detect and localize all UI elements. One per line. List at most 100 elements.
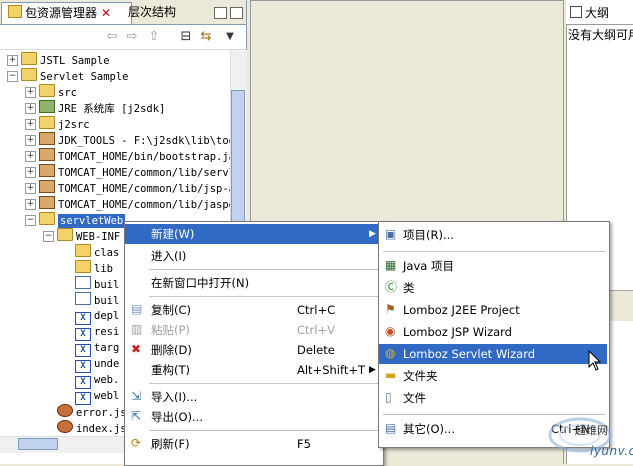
- tree-toggle-icon[interactable]: +: [25, 135, 36, 146]
- tab-hierarchy-label: 层次结构: [128, 5, 177, 19]
- tree-toggle-icon[interactable]: +: [25, 199, 36, 210]
- tree-toggle-icon[interactable]: −: [7, 71, 18, 82]
- tree-item[interactable]: Xtarg: [75, 340, 120, 357]
- outline-icon: [570, 6, 582, 18]
- tree-item[interactable]: Xresi: [75, 324, 119, 341]
- tree-item[interactable]: buil: [75, 292, 119, 308]
- tree-item-label: WEB-INF: [76, 231, 121, 243]
- tree-toggle-icon[interactable]: +: [7, 55, 18, 66]
- tree-toggle-icon[interactable]: +: [25, 119, 36, 130]
- tree-item[interactable]: buil: [75, 276, 119, 292]
- folder-icon: [75, 244, 91, 257]
- submenu-item[interactable]: ▬ 文件夹: [379, 366, 607, 386]
- tree-item[interactable]: error.js: [57, 404, 127, 420]
- submenu-item[interactable]: ◍ Lomboz Servlet Wizard: [379, 344, 607, 364]
- context-menu-item[interactable]: ▥ 粘贴(P) Ctrl+V: [125, 320, 381, 340]
- submenu-item-label: 类: [403, 281, 415, 295]
- tree-item-label: TOMCAT_HOME/bin/bootstrap.ja: [58, 151, 230, 163]
- submenu-item-label: 文件: [403, 391, 426, 405]
- menu-separator: [149, 383, 379, 384]
- submenu-arrow-icon: ▶: [369, 229, 376, 239]
- collapse-all-icon[interactable]: ⊟: [178, 29, 194, 45]
- submenu-item[interactable]: ▣ 项目(R)...: [379, 225, 607, 245]
- tree-item[interactable]: TOMCAT_HOME/common/lib/servl: [39, 164, 230, 180]
- forward-arrow-icon[interactable]: ⇨: [124, 29, 140, 45]
- view-menu-icon[interactable]: ▼: [222, 29, 238, 45]
- context-menu-item[interactable]: ✖ 删除(D) Delete: [125, 340, 381, 360]
- submenu-item[interactable]: ⚑ Lomboz J2EE Project: [379, 300, 607, 320]
- folder-icon: [57, 228, 73, 241]
- maximize-icon[interactable]: [230, 7, 243, 19]
- tree-item[interactable]: JDK_TOOLS - F:\j2sdk\lib\too: [39, 132, 230, 148]
- tab-package-explorer-label: 包资源管理器: [25, 6, 98, 20]
- tree-item[interactable]: JSTL Sample: [21, 52, 110, 68]
- tree-item[interactable]: src: [39, 84, 77, 100]
- menu-separator: [383, 251, 605, 252]
- tree-toggle-icon[interactable]: +: [25, 183, 36, 194]
- minimize-icon[interactable]: [214, 7, 227, 19]
- tree-item[interactable]: Xwebl: [75, 388, 119, 405]
- context-menu-shortcut: Ctrl+V: [297, 323, 335, 337]
- context-menu-item[interactable]: ▤ 复制(C) Ctrl+C: [125, 300, 381, 320]
- context-menu-item-label: 刷新(F): [151, 437, 190, 451]
- tree-toggle-icon[interactable]: +: [25, 151, 36, 162]
- tab-hierarchy[interactable]: 层次结构: [122, 2, 204, 23]
- context-menu-item[interactable]: ⇲ 导入(I)...: [125, 387, 381, 407]
- tree-toggle-icon[interactable]: +: [25, 87, 36, 98]
- tree-item-label: targ: [94, 342, 120, 354]
- tree-item[interactable]: Xweb.: [75, 372, 119, 389]
- tree-toggle-icon[interactable]: +: [25, 167, 36, 178]
- view-tab-bar: 包资源管理器 ✕ 层次结构: [0, 0, 246, 25]
- folder-icon: ▬: [385, 368, 397, 382]
- context-menu-item[interactable]: 在新窗口中打开(N): [125, 273, 381, 293]
- project-icon: [21, 68, 37, 81]
- context-menu-item[interactable]: ⇱ 导出(O)...: [125, 407, 381, 427]
- tree-item[interactable]: JRE 系统库 [j2sdk]: [39, 100, 165, 116]
- submenu-item-label: 项目(R)...: [403, 228, 454, 242]
- tree-item[interactable]: servletWeb: [39, 212, 126, 228]
- lomboz-j2ee-icon: ⚑: [385, 302, 396, 316]
- file-icon: [75, 276, 91, 289]
- up-icon[interactable]: ⇧: [146, 29, 162, 45]
- tree-toggle-icon[interactable]: −: [25, 215, 36, 226]
- close-icon[interactable]: ✕: [101, 6, 111, 20]
- jar-icon: [39, 132, 55, 145]
- vertical-scroll-thumb[interactable]: [231, 90, 245, 240]
- submenu-item[interactable]: Ⓒ 类: [379, 278, 607, 298]
- tree-item[interactable]: j2src: [39, 116, 90, 132]
- context-menu-item-label: 导出(O)...: [151, 410, 203, 424]
- package-folder-icon: [39, 116, 55, 129]
- tree-item[interactable]: Servlet Sample: [21, 68, 129, 84]
- context-menu-item[interactable]: ⟳ 刷新(F) F5: [125, 434, 381, 454]
- tree-item[interactable]: clas: [75, 244, 119, 260]
- tree-item-label: buil: [94, 279, 120, 291]
- link-with-editor-icon[interactable]: ⇆: [198, 29, 214, 45]
- tree-item[interactable]: Xunde: [75, 356, 119, 373]
- tree-item[interactable]: index.js: [57, 420, 127, 436]
- jsp-file-icon: [57, 404, 73, 417]
- tree-item[interactable]: TOMCAT_HOME/common/lib/jsp-a: [39, 180, 230, 196]
- tree-item-label: Servlet Sample: [40, 71, 129, 83]
- tree-toggle-icon[interactable]: +: [25, 103, 36, 114]
- tab-package-explorer[interactable]: 包资源管理器 ✕: [1, 2, 132, 24]
- context-menu-item[interactable]: 重构(T) Alt+Shift+T ▶: [125, 360, 381, 380]
- tree-item[interactable]: WEB-INF: [57, 228, 120, 244]
- context-menu-item[interactable]: 进入(I): [125, 246, 381, 266]
- submenu-item[interactable]: ◉ Lomboz JSP Wizard: [379, 322, 607, 342]
- horizontal-scroll-thumb[interactable]: [18, 438, 58, 450]
- tree-item[interactable]: Xdepl: [75, 308, 119, 325]
- context-menu-shortcut: Ctrl+C: [297, 303, 336, 317]
- project-icon: ▣: [385, 227, 397, 241]
- tree-item[interactable]: lib: [75, 260, 113, 276]
- tree-item[interactable]: TOMCAT_HOME/common/lib/jaspe: [39, 196, 230, 212]
- tree-item-label: index.js: [76, 423, 127, 435]
- context-menu-item[interactable]: 新建(W) ▶: [125, 224, 381, 244]
- tree-item[interactable]: TOMCAT_HOME/bin/bootstrap.ja: [39, 148, 230, 164]
- submenu-item[interactable]: ▦ Java 项目: [379, 256, 607, 276]
- watermark-url: iyunv.com: [590, 444, 633, 458]
- tree-item-label: buil: [94, 295, 120, 307]
- back-arrow-icon[interactable]: ⇦: [104, 29, 120, 45]
- context-menu-item-label: 重构(T): [151, 363, 190, 377]
- context-menu-shortcut: F5: [297, 437, 311, 451]
- tree-toggle-icon[interactable]: −: [43, 231, 54, 242]
